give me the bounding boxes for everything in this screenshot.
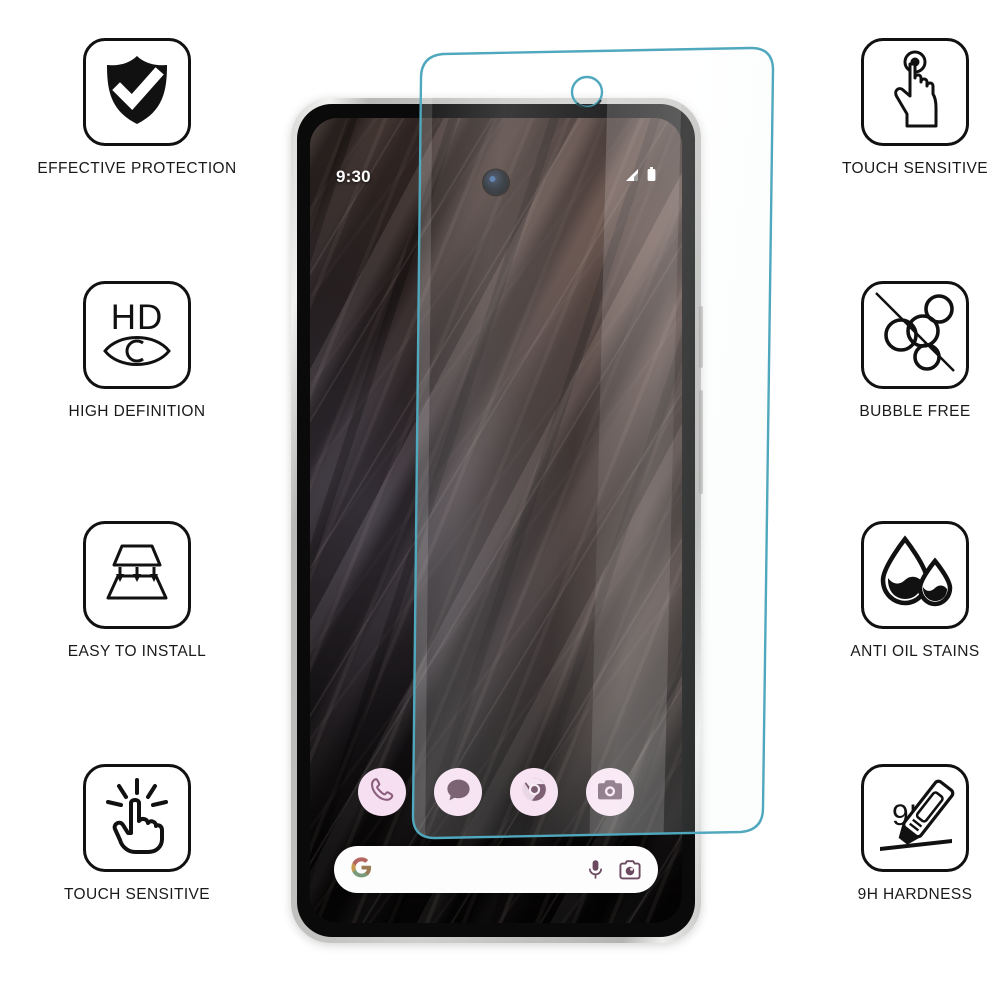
tapping-finger-icon [100, 777, 174, 860]
dock [310, 768, 682, 816]
feature-9h-hardness: 9H 9H HARDNESS [790, 764, 1000, 904]
status-bar: 9:30 [310, 162, 682, 192]
feature-label: BUBBLE FREE [859, 403, 971, 420]
feature-label: ANTI OIL STAINS [850, 643, 980, 660]
google-lens-icon[interactable] [619, 859, 641, 880]
feature-bubble-free: BUBBLE FREE [790, 281, 1000, 421]
hd-eye-icon: HD [97, 295, 177, 376]
status-time: 9:30 [336, 167, 371, 186]
feature-column-right: TOUCH SENSITIVE BUBBLE FREE ANTI OIL STA… [790, 0, 1000, 1000]
dock-app-camera[interactable] [586, 768, 634, 816]
feature-label: EASY TO INSTALL [67, 643, 207, 660]
feature-anti-oil-stains: ANTI OIL STAINS [790, 521, 1000, 661]
status-icons [625, 167, 656, 187]
phone-screen: 9:30 [310, 118, 682, 923]
phone-handset-icon [369, 777, 395, 808]
feature-touch-sensitive-left: TOUCH SENSITIVE [12, 764, 262, 904]
feature-label: HIGH DEFINITION [68, 403, 206, 420]
feature-label: 9H HARDNESS [857, 886, 973, 903]
feature-easy-to-install: EASY TO INSTALL [12, 521, 262, 661]
chat-bubble-icon [445, 777, 472, 808]
dock-app-chrome[interactable] [510, 768, 558, 816]
google-search-bar[interactable] [334, 846, 658, 893]
oil-droplets-icon [875, 534, 955, 616]
layers-down-arrows-icon [98, 542, 176, 609]
feature-high-definition: HD HIGH DEFINITION [12, 281, 262, 421]
feature-effective-protection: EFFECTIVE PROTECTION [12, 38, 262, 178]
microphone-icon[interactable] [587, 859, 604, 880]
cutter-knife-icon: 9H [874, 777, 956, 860]
battery-icon [647, 167, 656, 187]
shield-check-icon-box [83, 38, 191, 146]
volume-rocker[interactable] [699, 390, 703, 494]
shield-check-icon [101, 53, 173, 132]
layers-down-arrows-icon-box [83, 521, 191, 629]
hd-eye-icon-box: HD [83, 281, 191, 389]
svg-text:HD: HD [111, 298, 164, 337]
phone-bezel: 9:30 [297, 104, 695, 937]
feature-column-left: EFFECTIVE PROTECTION HD HIGH DEFINITION [12, 0, 262, 1000]
smartphone-mockup: 9:30 [291, 98, 703, 943]
feature-label: TOUCH SENSITIVE [63, 886, 211, 903]
feature-touch-sensitive-right: TOUCH SENSITIVE [790, 38, 1000, 178]
tapping-finger-icon-box [83, 764, 191, 872]
power-button[interactable] [699, 306, 703, 368]
oil-droplets-icon-box [861, 521, 969, 629]
feature-label: TOUCH SENSITIVE [841, 160, 989, 177]
dock-app-messages[interactable] [434, 768, 482, 816]
product-infographic: EFFECTIVE PROTECTION HD HIGH DEFINITION [0, 0, 1000, 1000]
signal-icon [625, 168, 642, 187]
dock-app-phone[interactable] [358, 768, 406, 816]
no-bubbles-icon [873, 291, 957, 380]
no-bubbles-icon-box [861, 281, 969, 389]
camera-icon [596, 778, 624, 807]
cutter-knife-icon-box: 9H [861, 764, 969, 872]
chrome-icon [521, 776, 548, 808]
feature-label: EFFECTIVE PROTECTION [37, 160, 237, 177]
hand-touch-icon-box [861, 38, 969, 146]
hand-touch-icon [881, 50, 949, 135]
google-g-icon [351, 856, 372, 883]
